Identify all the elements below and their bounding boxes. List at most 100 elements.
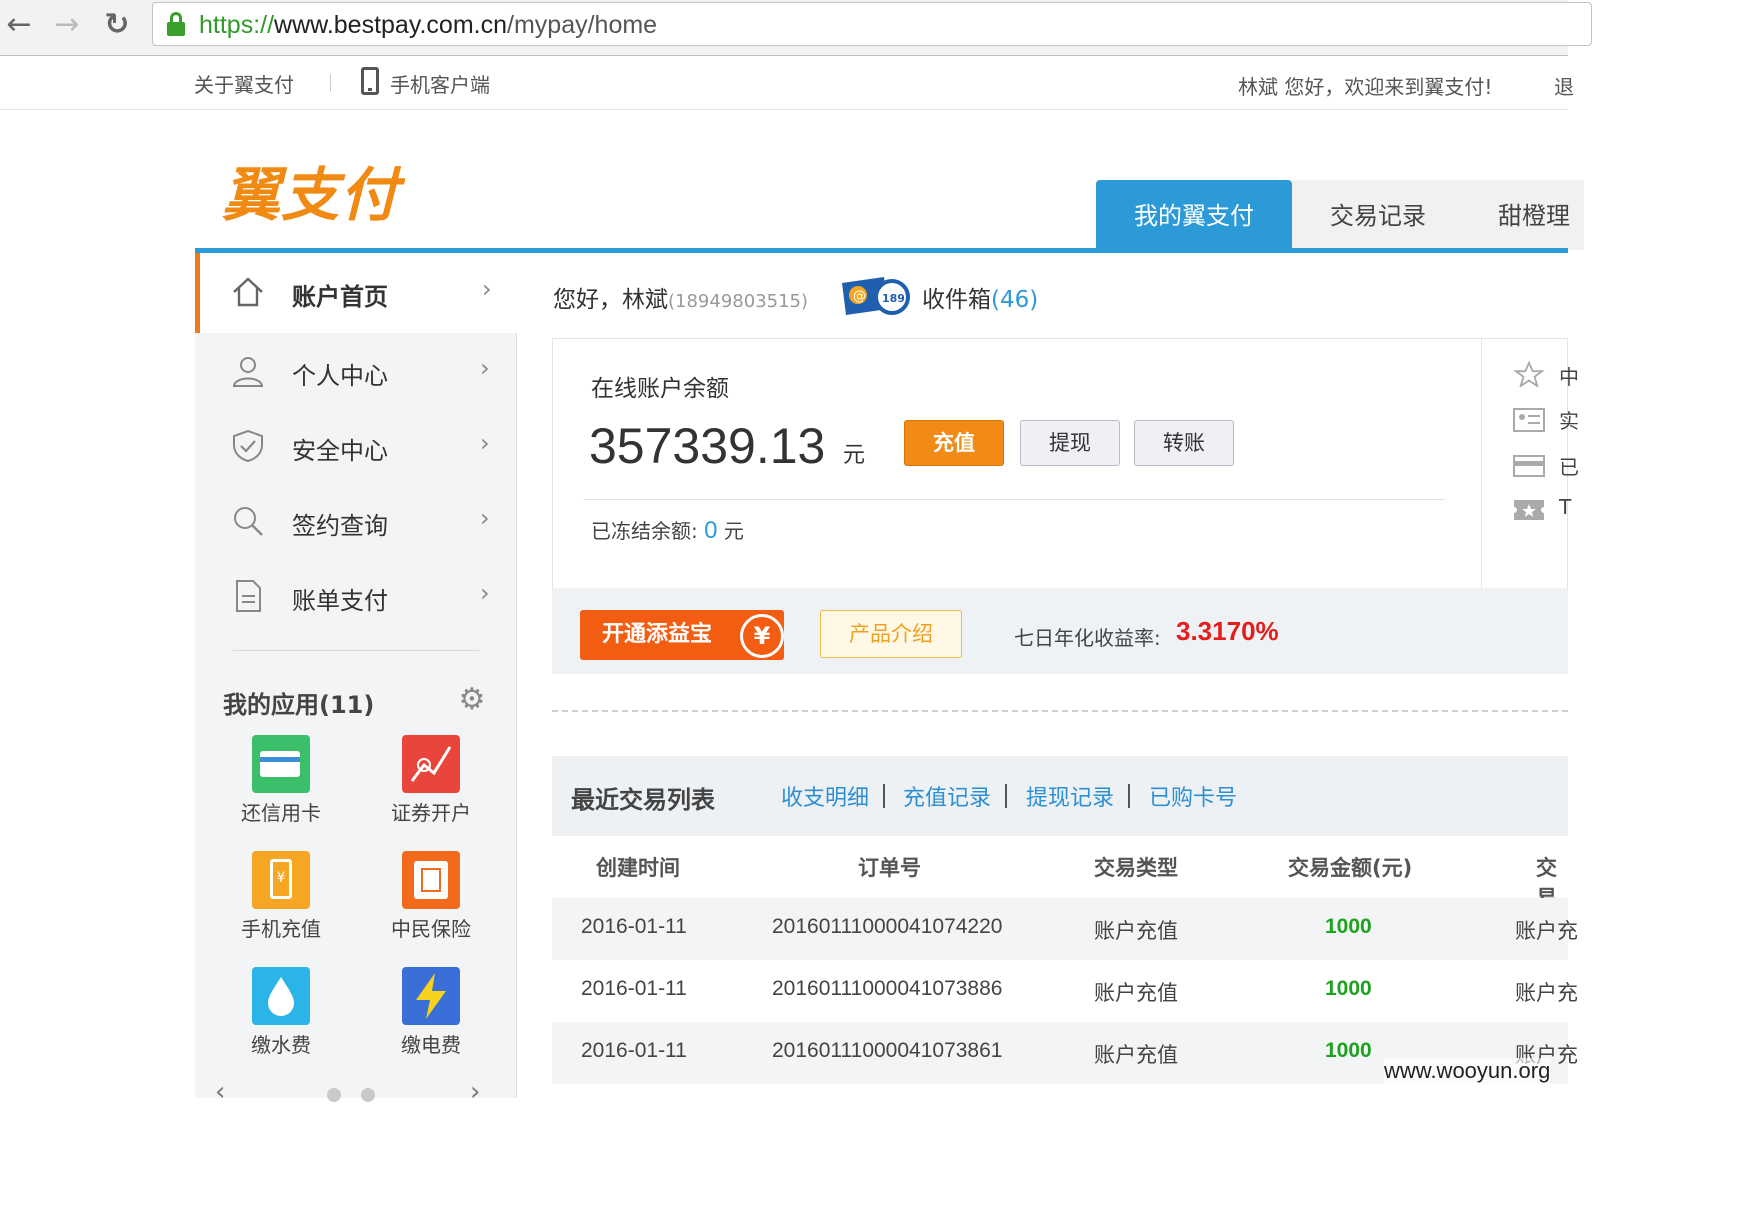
- column-header-transaction-type: 交易类型: [1094, 856, 1178, 880]
- shield-icon: [233, 429, 263, 463]
- recharge-records-link[interactable]: 充值记录: [903, 780, 991, 812]
- app-zhongmin-insurance[interactable]: 中民保险: [371, 851, 491, 942]
- sidebar-item-label: 签约查询: [292, 512, 388, 540]
- browser-toolbar: ← → ↻ https://www.bestpay.com.cn/mypay/h…: [0, 0, 1592, 56]
- carousel-dot[interactable]: [361, 1088, 375, 1102]
- app-label: 缴水费: [251, 1033, 311, 1057]
- carousel-next-button[interactable]: ›: [470, 1077, 480, 1107]
- cell-amount: 1000: [1325, 1039, 1372, 1062]
- app-phone-recharge[interactable]: ¥ 手机充值: [221, 851, 341, 942]
- column-header-amount: 交易金额(元): [1288, 856, 1413, 880]
- carousel-dot[interactable]: [327, 1088, 341, 1102]
- top-links-bar: 关于翼支付 手机客户端 林斌 您好，欢迎来到翼支付! 退: [0, 56, 1574, 110]
- separator: [1005, 784, 1007, 808]
- inbox-label: 收件箱: [922, 287, 991, 313]
- tab-orange-finance[interactable]: 甜橙理: [1464, 180, 1584, 250]
- app-label: 证券开户: [391, 801, 471, 825]
- mobile-client-link[interactable]: 手机客户端: [390, 69, 490, 98]
- bank-card-icon: [1513, 455, 1545, 477]
- cell-date: 2016-01-11: [581, 1039, 687, 1062]
- table-row[interactable]: 2016-01-11 20160111000041074220 账户充值 100…: [552, 898, 1578, 960]
- recharge-button[interactable]: 充值: [904, 420, 1004, 466]
- bestpay-logo[interactable]: 翼支付: [222, 148, 399, 232]
- purchased-cards-link[interactable]: 已购卡号: [1149, 780, 1237, 812]
- url-text: https://www.bestpay.com.cn/mypay/home: [199, 11, 658, 39]
- sidebar-item-label: 账单支付: [292, 587, 388, 615]
- column-header-created-time: 创建时间: [596, 856, 680, 880]
- column-header-order-number: 订单号: [858, 856, 921, 880]
- home-icon: [233, 277, 263, 307]
- table-row[interactable]: 2016-01-11 20160111000041073886 账户充值 100…: [552, 960, 1578, 1022]
- mail-189-icon[interactable]: @ 189: [838, 273, 912, 321]
- app-securities-account[interactable]: 证券开户: [371, 735, 491, 826]
- app-label: 手机充值: [241, 917, 321, 941]
- svg-text:@: @: [853, 289, 866, 304]
- user-icon: [232, 357, 264, 387]
- app-water-bill[interactable]: 缴水费: [221, 967, 341, 1058]
- income-expense-link[interactable]: 收支明细: [781, 780, 869, 812]
- id-card-icon: [1513, 408, 1545, 432]
- tab-transaction-records[interactable]: 交易记录: [1292, 180, 1464, 250]
- cell-extra: 账户充: [1515, 919, 1578, 943]
- tab-my-bestpay[interactable]: 我的翼支付: [1096, 180, 1292, 250]
- app-label: 中民保险: [391, 917, 471, 941]
- balance-unit: 元: [843, 443, 866, 468]
- sidebar-item-label: 账户首页: [292, 283, 388, 311]
- separator: [883, 784, 885, 808]
- separator: [1128, 784, 1130, 808]
- cell-date: 2016-01-11: [581, 977, 687, 1000]
- cell-order: 20160111000041073886: [772, 977, 1003, 1000]
- document-icon: [236, 580, 261, 612]
- chevron-right-icon: ›: [480, 504, 490, 532]
- inbox-count: (46): [991, 287, 1039, 313]
- yield-value: 3.3170%: [1176, 616, 1279, 646]
- transfer-button[interactable]: 转账: [1134, 420, 1234, 466]
- recent-transactions-title: 最近交易列表: [571, 786, 715, 814]
- sidebar-item-personal[interactable]: 个人中心 ›: [195, 338, 517, 408]
- reload-button[interactable]: ↻: [100, 8, 134, 42]
- mobile-phone-icon: [361, 67, 379, 95]
- about-link[interactable]: 关于翼支付: [194, 69, 294, 98]
- app-label: 缴电费: [401, 1033, 461, 1057]
- sidebar-item-label: 安全中心: [292, 437, 388, 465]
- carousel-prev-button[interactable]: ‹: [215, 1077, 225, 1107]
- product-intro-button[interactable]: 产品介绍: [820, 610, 962, 658]
- frozen-balance: 已冻结余额: 0 元: [591, 515, 744, 545]
- sidebar-divider: [233, 650, 479, 651]
- status-text: 已: [1559, 455, 1579, 479]
- app-label: 还信用卡: [241, 801, 321, 825]
- divider: [583, 499, 1445, 500]
- open-tianyibao-label: 开通添益宝: [602, 622, 713, 647]
- forward-button[interactable]: →: [50, 8, 84, 42]
- svg-text:189: 189: [882, 292, 905, 305]
- sidebar-item-account-home[interactable]: 账户首页 ›: [195, 253, 518, 333]
- back-button[interactable]: ←: [2, 8, 36, 42]
- withdraw-button[interactable]: 提现: [1020, 420, 1120, 466]
- greeting-text: 您好，林斌: [553, 287, 668, 313]
- chevron-right-icon: ›: [480, 429, 490, 457]
- cell-type: 账户充值: [1094, 919, 1178, 943]
- open-tianyibao-button[interactable]: 开通添益宝 ¥: [580, 610, 784, 660]
- app-electricity-bill[interactable]: 缴电费: [371, 967, 491, 1058]
- balance-panel: 在线账户余额 357339.13 元 充值 提现 转账 已冻结余额: 0 元 中…: [552, 338, 1579, 591]
- sidebar-item-bill-payment[interactable]: 账单支付 ›: [195, 563, 517, 633]
- frozen-unit: 元: [723, 519, 744, 543]
- sidebar-item-label: 个人中心: [292, 362, 388, 390]
- withdraw-records-link[interactable]: 提现记录: [1026, 780, 1114, 812]
- sidebar-item-contract-query[interactable]: 签约查询 ›: [195, 488, 517, 558]
- frozen-label: 已冻结余额:: [591, 519, 698, 543]
- address-bar[interactable]: https://www.bestpay.com.cn/mypay/home: [152, 2, 1592, 46]
- app-credit-card-repay[interactable]: 还信用卡: [221, 735, 341, 826]
- gear-icon[interactable]: ⚙: [457, 685, 487, 715]
- separator: [330, 74, 331, 92]
- inbox-link[interactable]: 收件箱(46): [922, 280, 1038, 314]
- recent-transactions-header: 最近交易列表 收支明细 充值记录 提现记录 已购卡号: [552, 756, 1568, 836]
- cell-order: 20160111000041074220: [772, 915, 1003, 938]
- status-text: 实: [1559, 409, 1579, 433]
- sidebar: 账户首页 › 个人中心 › 安全中心 › 签约查询 › 账单支付 › 我的应用(…: [195, 253, 518, 1107]
- cell-amount: 1000: [1325, 977, 1372, 1000]
- logout-link[interactable]: 退: [1554, 71, 1574, 100]
- yield-label: 七日年化收益率:: [1014, 626, 1161, 650]
- dashed-divider: [552, 710, 1568, 712]
- sidebar-item-security[interactable]: 安全中心 ›: [195, 413, 517, 483]
